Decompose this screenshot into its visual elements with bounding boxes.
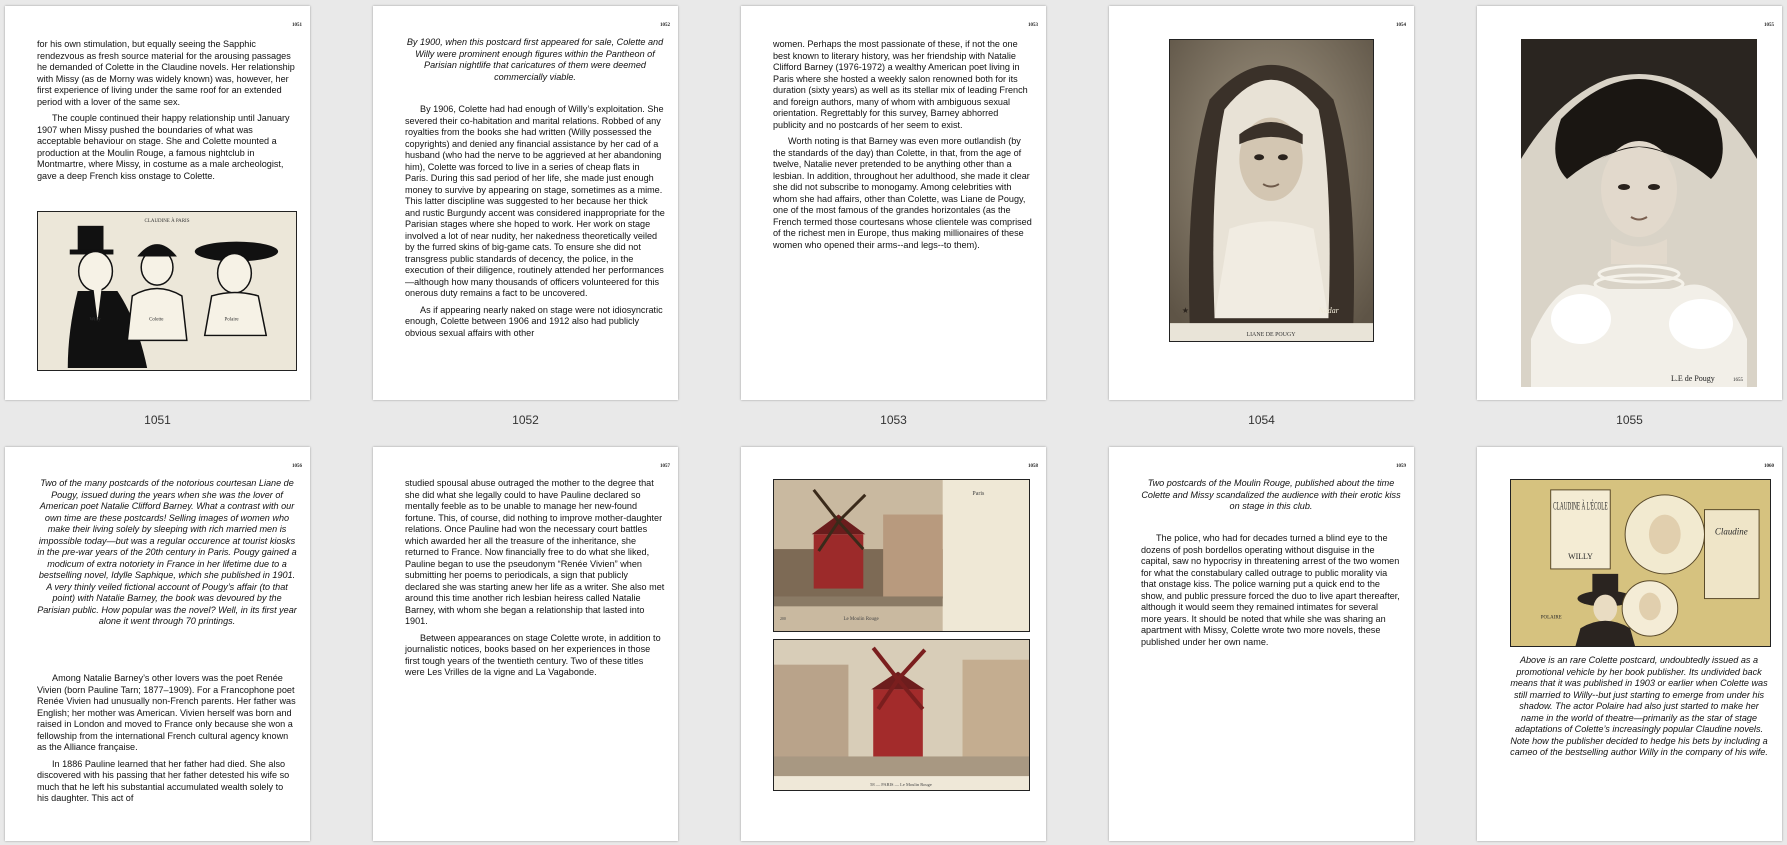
page-1057[interactable]: 1057 studied spousal abuse outraged the … — [373, 447, 678, 841]
page-number: 1056 — [292, 464, 302, 469]
claudine-a-paris-postcard: CLAUDINE À PARIS Willy Colette Polaire — [37, 211, 297, 371]
page-1054[interactable]: 1054 LIANE DE POUGY Nadar ★ — [1109, 6, 1414, 400]
page-1055[interactable]: 1055 L.E de Pougy 1655 — [1477, 6, 1782, 400]
postcard-title: CLAUDINE À PARIS — [145, 218, 190, 224]
image-caption: By 1900, when this postcard first appear… — [406, 37, 664, 82]
page-1059[interactable]: 1059 Two postcards of the Moulin Rouge, … — [1109, 447, 1414, 841]
paragraph: for his own stimulation, but equally see… — [37, 39, 295, 107]
paragraph: The couple continued their happy relatio… — [37, 113, 290, 181]
book-cover-subtitle: Claudine — [1715, 526, 1748, 536]
page-number: 1060 — [1764, 464, 1774, 469]
page-1051[interactable]: 1051 for his own stimulation, but equall… — [5, 6, 310, 400]
actress-name: POLAIRE — [1541, 615, 1562, 620]
paragraph: The police, who had for decades turned a… — [1141, 533, 1400, 647]
paragraph: As if appearing nearly naked on stage we… — [405, 304, 663, 338]
page-1052[interactable]: 1052 By 1900, when this postcard first a… — [373, 6, 678, 400]
paragraph: Among Natalie Barney’s other lovers was … — [37, 673, 296, 752]
page-label: 1054 — [1248, 413, 1275, 427]
author-name: WILLY — [1568, 552, 1593, 561]
page-number: 1057 — [660, 464, 670, 469]
caricature-name-polaire: Polaire — [225, 318, 240, 323]
image-caption: Two of the many postcards of the notorio… — [37, 478, 297, 626]
postcard-header: Paris — [972, 491, 985, 497]
postcard-caption: Le Moulin Rouge — [843, 617, 879, 622]
page-label: 1053 — [880, 413, 907, 427]
page-label: 1052 — [512, 413, 539, 427]
image-caption: Two postcards of the Moulin Rouge, publi… — [1141, 478, 1401, 511]
paragraph: women. Perhaps the most passionate of th… — [773, 39, 1028, 130]
page-1053[interactable]: 1053 women. Perhaps the most passionate … — [741, 6, 1046, 400]
page-1056[interactable]: 1056 Two of the many postcards of the no… — [5, 447, 310, 841]
page-text: By 1906, Colette had had enough of Willy… — [405, 104, 665, 344]
page-text: studied spousal abuse outraged the mothe… — [405, 478, 665, 684]
page-text: for his own stimulation, but equally see… — [37, 39, 297, 187]
paragraph: In 1886 Pauline learned that her father … — [37, 758, 290, 804]
moulin-rouge-postcard-bottom: 58 — PARIS — Le Moulin Rouge — [773, 639, 1030, 791]
page-text: women. Perhaps the most passionate of th… — [773, 39, 1033, 256]
postcard-caption: 58 — PARIS — Le Moulin Rouge — [870, 782, 932, 787]
page-number: 1055 — [1764, 23, 1774, 28]
page-text: Among Natalie Barney’s other lovers was … — [37, 673, 297, 810]
svg-text:★: ★ — [1182, 306, 1189, 315]
page-number: 1059 — [1396, 464, 1406, 469]
liane-de-pougy-portrait-postcard: L.E de Pougy 1655 — [1521, 39, 1757, 387]
paragraph: studied spousal abuse outraged the mothe… — [405, 478, 665, 626]
postcard-caption: L.E de Pougy — [1671, 374, 1715, 383]
paragraph: Between appearances on stage Colette wro… — [405, 632, 661, 678]
postcard-mark: 1655 — [1733, 378, 1744, 383]
page-number: 1058 — [1028, 464, 1038, 469]
page-number: 1054 — [1396, 23, 1406, 28]
page-number: 1052 — [660, 23, 670, 28]
page-label: 1051 — [144, 413, 171, 427]
book-cover-title: CLAUDINE À L'ÉCOLE — [1553, 499, 1608, 513]
paragraph: By 1906, Colette had had enough of Willy… — [405, 104, 665, 298]
page-number: 1051 — [292, 23, 302, 28]
page-text: The police, who had for decades turned a… — [1141, 533, 1401, 653]
document-viewer[interactable]: 1051 for his own stimulation, but equall… — [0, 0, 1787, 845]
caricature-name-willy: Willy — [90, 318, 102, 323]
image-caption: Above is an rare Colette postcard, undou… — [1510, 655, 1768, 757]
page-1058[interactable]: 1058 Paris Le Moulin Rouge 200 58 — PARI… — [741, 447, 1046, 841]
liane-de-pougy-postcard: LIANE DE POUGY Nadar ★ — [1169, 39, 1374, 342]
photographer-signature: Nadar — [1318, 306, 1340, 315]
page-1060[interactable]: 1060 CLAUDINE À L'ÉCOLE WILLY Claudine P… — [1477, 447, 1782, 841]
postcard-number: 200 — [780, 616, 786, 621]
page-number: 1053 — [1028, 23, 1038, 28]
paragraph: Worth noting is that Barney was even mor… — [773, 136, 1032, 250]
caricature-name-colette: Colette — [149, 318, 164, 323]
page-label: 1055 — [1616, 413, 1643, 427]
moulin-rouge-postcard-top: Paris Le Moulin Rouge 200 — [773, 479, 1030, 632]
postcard-caption: LIANE DE POUGY — [1246, 332, 1296, 338]
claudine-promotional-postcard: CLAUDINE À L'ÉCOLE WILLY Claudine POLAIR… — [1510, 479, 1771, 647]
